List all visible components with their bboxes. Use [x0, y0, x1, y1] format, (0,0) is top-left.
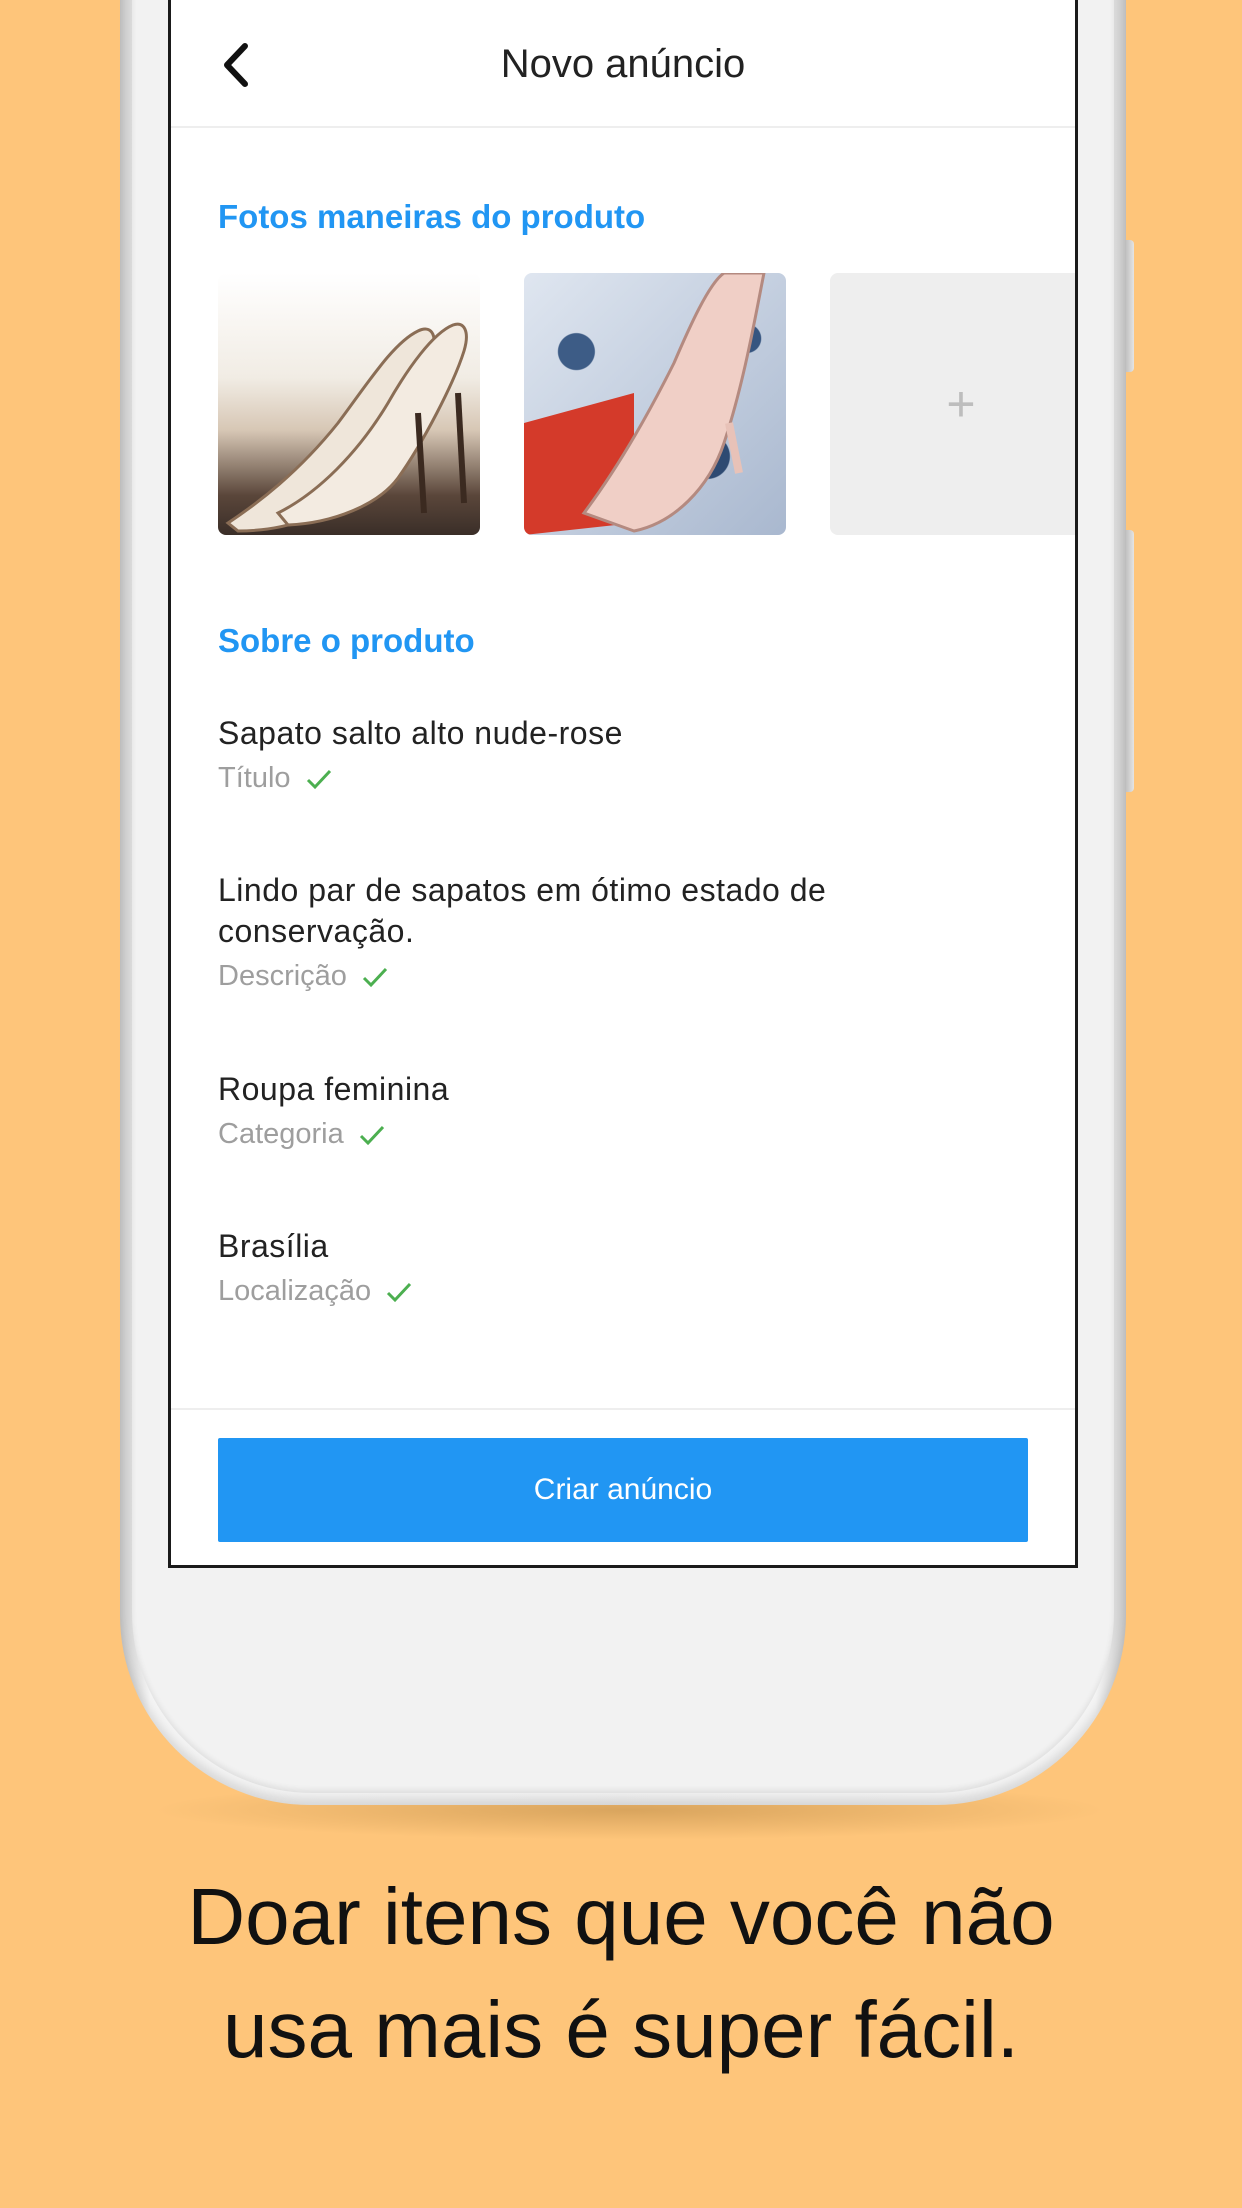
- marketing-caption: Doar itens que você não usa mais é super…: [0, 1860, 1242, 2086]
- about-section-title: Sobre o produto: [218, 622, 475, 659]
- plus-icon: +: [946, 376, 976, 432]
- caption-line-1: Doar itens que você não: [187, 1872, 1055, 1961]
- field-label-row: Título: [218, 762, 1028, 795]
- field-value: Lindo par de sapatos em ótimo estado de …: [218, 872, 827, 949]
- product-photo-2[interactable]: [524, 273, 786, 535]
- field-title[interactable]: Sapato salto alto nude-rose Título: [218, 713, 1028, 795]
- field-label: Categoria: [218, 1118, 344, 1150]
- shoe-photo-image: [524, 273, 766, 535]
- field-label-row: Categoria: [218, 1118, 1028, 1151]
- field-label: Título: [218, 762, 291, 794]
- field-label-row: Localização: [218, 1275, 1028, 1308]
- field-value: Brasília: [218, 1228, 329, 1264]
- caption-line-2: usa mais é super fácil.: [223, 1985, 1019, 2074]
- create-listing-button[interactable]: Criar anúncio: [218, 1438, 1028, 1542]
- field-label: Descrição: [218, 960, 347, 992]
- field-label: Localização: [218, 1275, 372, 1307]
- shoe-photo-image: [225, 322, 468, 533]
- add-photo-button[interactable]: +: [830, 273, 1075, 535]
- check-icon: [305, 768, 333, 790]
- field-location[interactable]: Brasília Localização: [218, 1226, 1028, 1308]
- field-label-row: Descrição: [218, 960, 1028, 993]
- nav-bar: Novo anúncio: [171, 0, 1075, 128]
- field-category[interactable]: Roupa feminina Categoria: [218, 1069, 1028, 1151]
- field-value: Roupa feminina: [218, 1071, 450, 1107]
- field-description[interactable]: Lindo par de sapatos em ótimo estado de …: [218, 870, 1028, 993]
- product-photo-1[interactable]: [218, 273, 480, 535]
- field-value: Sapato salto alto nude-rose: [218, 715, 623, 751]
- app-screen: Novo anúncio Fotos maneiras do produto +…: [168, 0, 1078, 1568]
- page-title: Novo anúncio: [500, 42, 746, 86]
- check-icon: [361, 966, 389, 988]
- check-icon: [358, 1124, 386, 1146]
- footer-bar: Criar anúncio: [171, 1408, 1075, 1565]
- check-icon: [385, 1281, 413, 1303]
- photos-section-title: Fotos maneiras do produto: [218, 198, 646, 235]
